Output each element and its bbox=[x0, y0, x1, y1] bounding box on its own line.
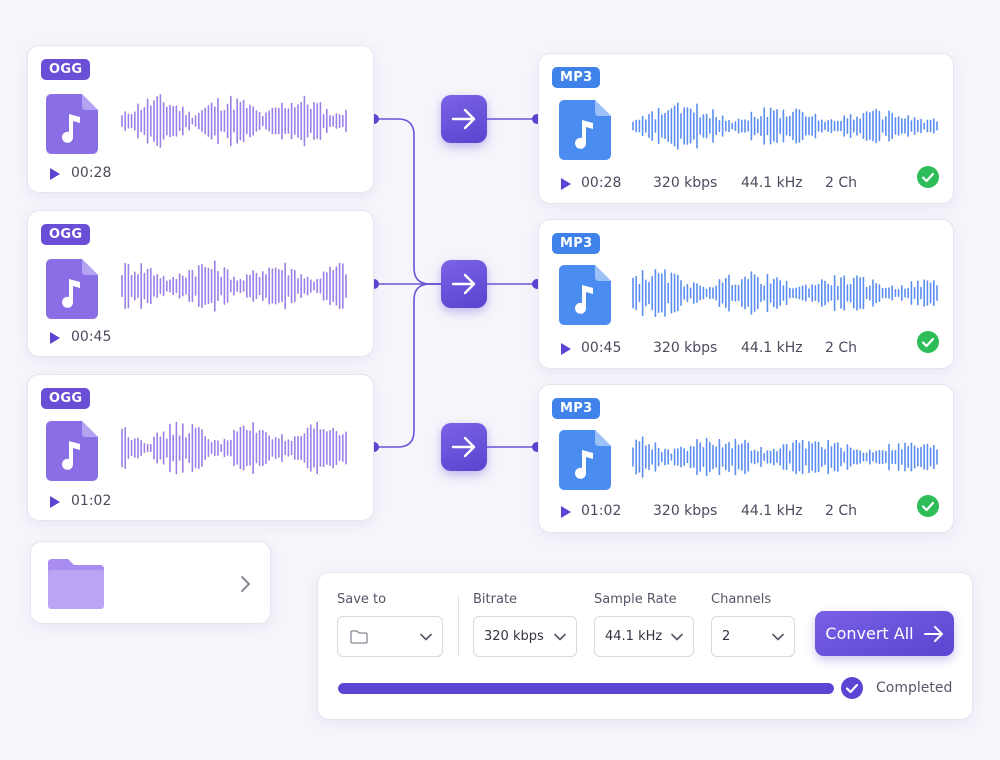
save-to-label: Save to bbox=[337, 592, 387, 607]
output-file-card-1[interactable]: MP3 00:28 320 kbps 44.1 kHz 2 Ch bbox=[538, 53, 954, 204]
bitrate-select[interactable]: 320 kbps bbox=[473, 616, 577, 657]
waveform bbox=[121, 94, 347, 148]
convert-arrow-button[interactable] bbox=[441, 95, 487, 143]
play-icon[interactable] bbox=[49, 496, 61, 508]
bitrate-label: Bitrate bbox=[473, 592, 518, 607]
format-badge: MP3 bbox=[552, 67, 601, 88]
audio-file-icon bbox=[46, 259, 98, 319]
channels-select[interactable]: 2 bbox=[711, 616, 795, 657]
arrow-right-icon bbox=[923, 625, 943, 642]
sample-rate-label: Sample Rate bbox=[594, 592, 677, 607]
channels-label: Channels bbox=[711, 592, 772, 607]
folder-icon bbox=[48, 559, 104, 609]
duration: 01:02 bbox=[581, 503, 622, 519]
sample-rate: 44.1 kHz bbox=[741, 340, 803, 356]
play-icon[interactable] bbox=[49, 168, 61, 180]
output-file-card-3[interactable]: MP3 01:02 320 kbps 44.1 kHz 2 Ch bbox=[538, 384, 954, 533]
channels-value: 2 bbox=[722, 629, 731, 644]
progress-bar bbox=[338, 683, 834, 694]
duration: 00:28 bbox=[71, 165, 112, 181]
format-badge: MP3 bbox=[552, 233, 601, 254]
success-check-icon bbox=[917, 495, 939, 517]
duration: 00:45 bbox=[581, 340, 622, 356]
output-folder-card[interactable] bbox=[30, 541, 271, 624]
channels: 2 Ch bbox=[825, 340, 858, 356]
format-badge: MP3 bbox=[552, 398, 601, 419]
sample-rate-value: 44.1 kHz bbox=[605, 629, 663, 644]
waveform bbox=[121, 421, 347, 475]
convert-arrow-button[interactable] bbox=[441, 260, 487, 308]
audio-file-icon bbox=[559, 100, 611, 160]
audio-file-icon bbox=[46, 421, 98, 481]
chevron-down-icon bbox=[671, 633, 683, 641]
play-icon[interactable] bbox=[560, 506, 572, 518]
bitrate: 320 kbps bbox=[653, 503, 718, 519]
chevron-right-icon[interactable] bbox=[239, 575, 251, 593]
duration: 00:28 bbox=[581, 175, 622, 191]
waveform bbox=[121, 260, 347, 312]
duration: 00:45 bbox=[71, 329, 112, 345]
conversion-settings-panel: Save to Bitrate 320 kbps Sample Rate 44.… bbox=[317, 572, 973, 720]
waveform bbox=[632, 436, 938, 478]
status-text: Completed bbox=[876, 680, 953, 696]
play-icon[interactable] bbox=[560, 178, 572, 190]
input-file-card-3[interactable]: OGG 01:02 bbox=[27, 374, 374, 521]
chevron-down-icon bbox=[420, 633, 432, 641]
sample-rate-select[interactable]: 44.1 kHz bbox=[594, 616, 694, 657]
input-file-card-1[interactable]: OGG 00:28 bbox=[27, 45, 374, 193]
waveform bbox=[632, 102, 938, 150]
sample-rate: 44.1 kHz bbox=[741, 175, 803, 191]
bitrate: 320 kbps bbox=[653, 175, 718, 191]
divider bbox=[458, 595, 459, 657]
format-badge: OGG bbox=[41, 59, 91, 80]
output-file-card-2[interactable]: MP3 00:45 320 kbps 44.1 kHz 2 Ch bbox=[538, 219, 954, 369]
completed-check-icon bbox=[841, 677, 863, 699]
arrow-right-icon bbox=[451, 436, 476, 458]
channels: 2 Ch bbox=[825, 175, 858, 191]
input-file-card-2[interactable]: OGG 00:45 bbox=[27, 210, 374, 357]
arrow-right-icon bbox=[451, 108, 476, 130]
success-check-icon bbox=[917, 331, 939, 353]
success-check-icon bbox=[917, 166, 939, 188]
chevron-down-icon bbox=[772, 633, 784, 641]
duration: 01:02 bbox=[71, 493, 112, 509]
convert-all-label: Convert All bbox=[825, 624, 914, 643]
chevron-down-icon bbox=[554, 633, 566, 641]
folder-outline-icon bbox=[350, 630, 368, 644]
save-to-select[interactable] bbox=[337, 616, 443, 657]
audio-file-icon bbox=[559, 265, 611, 325]
play-icon[interactable] bbox=[560, 343, 572, 355]
format-badge: OGG bbox=[41, 388, 91, 409]
bitrate: 320 kbps bbox=[653, 340, 718, 356]
progress-bar-fill bbox=[338, 683, 834, 694]
channels: 2 Ch bbox=[825, 503, 858, 519]
convert-all-button[interactable]: Convert All bbox=[815, 611, 954, 656]
audio-file-icon bbox=[46, 94, 98, 154]
bitrate-value: 320 kbps bbox=[484, 629, 544, 644]
convert-arrow-button[interactable] bbox=[441, 423, 487, 471]
waveform bbox=[632, 268, 938, 318]
sample-rate: 44.1 kHz bbox=[741, 503, 803, 519]
play-icon[interactable] bbox=[49, 332, 61, 344]
audio-file-icon bbox=[559, 430, 611, 490]
format-badge: OGG bbox=[41, 224, 91, 245]
arrow-right-icon bbox=[451, 273, 476, 295]
